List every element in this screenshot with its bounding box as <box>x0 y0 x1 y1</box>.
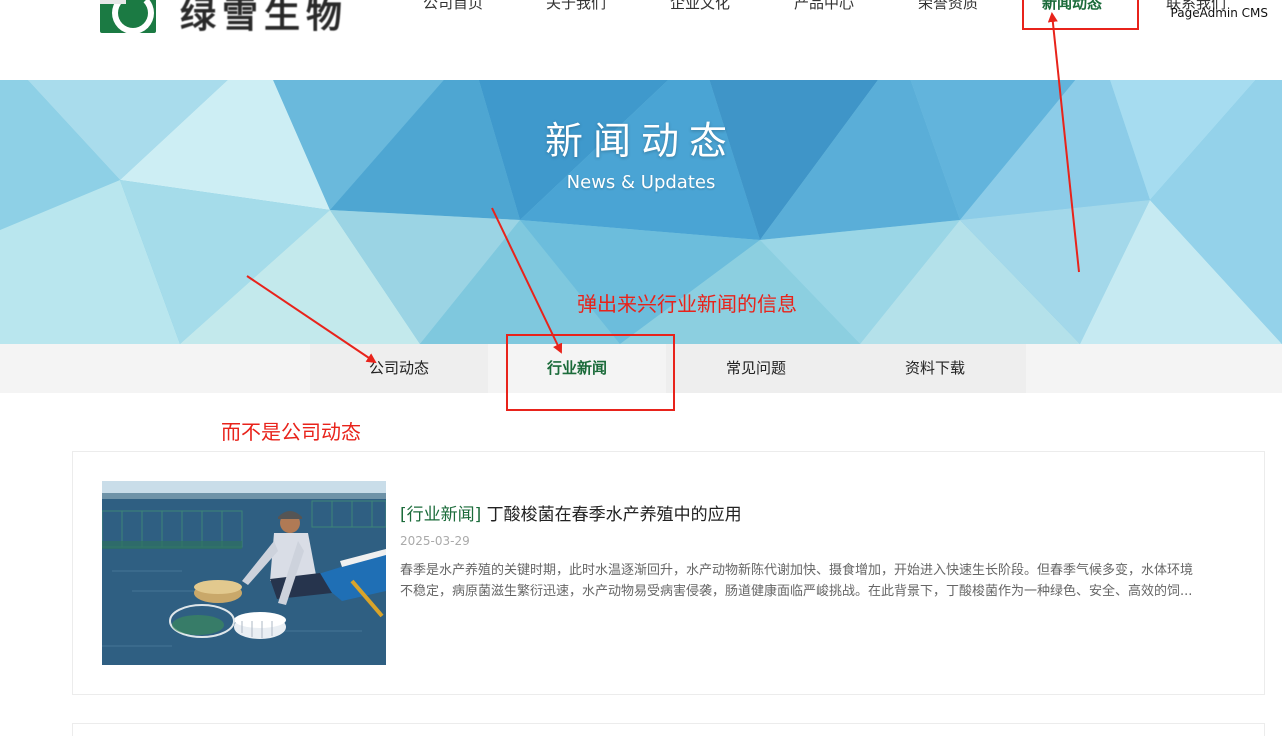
nav-item-about[interactable]: 关于我们 <box>546 0 606 13</box>
cms-badge: PageAdmin CMS <box>1170 6 1268 20</box>
tab-downloads[interactable]: 资料下载 <box>846 344 1024 393</box>
nav-item-culture[interactable]: 企业文化 <box>670 0 730 13</box>
tab-company-news[interactable]: 公司动态 <box>310 344 488 393</box>
nav-item-products[interactable]: 产品中心 <box>794 0 854 13</box>
news-summary-line: 春季是水产养殖的关键时期，此时水温逐渐回升，水产动物新陈代谢加快、摄食增加，开始… <box>400 563 1194 578</box>
nav-item-home[interactable]: 公司首页 <box>423 0 483 13</box>
news-date: 2025-03-29 <box>400 534 470 548</box>
annotation-note-left: 而不是公司动态 <box>221 420 361 444</box>
news-thumbnail[interactable] <box>102 481 386 665</box>
annotation-box-nav <box>1022 0 1139 30</box>
news-category[interactable]: [行业新闻] <box>400 505 481 525</box>
news-summary-line: 不稳定，病原菌滋生繁衍迅速，水产动物易受病害侵袭，肠道健康面临严峻挑战。在此背景… <box>400 584 1193 599</box>
news-summary: 春季是水产养殖的关键时期，此时水温逐渐回升，水产动物新陈代谢加快、摄食增加，开始… <box>400 560 1230 602</box>
tab-faq[interactable]: 常见问题 <box>667 344 845 393</box>
news-list-item[interactable] <box>72 723 1265 736</box>
nav-item-honors[interactable]: 荣誉资质 <box>918 0 978 13</box>
news-title-link[interactable]: [行业新闻] 丁酸梭菌在春季水产养殖中的应用 <box>400 500 742 525</box>
page-subtitle: News & Updates <box>566 172 716 193</box>
news-thumbnail-image <box>102 481 386 665</box>
page-title: 新闻动态 <box>544 119 737 163</box>
news-title[interactable]: 丁酸梭菌在春季水产养殖中的应用 <box>487 505 742 525</box>
annotation-note-top: 弹出来兴行业新闻的信息 <box>577 292 797 316</box>
annotation-box-tab <box>506 334 675 411</box>
news-list-item[interactable]: [行业新闻] 丁酸梭菌在春季水产养殖中的应用 2025-03-29 春季是水产养… <box>72 451 1265 695</box>
